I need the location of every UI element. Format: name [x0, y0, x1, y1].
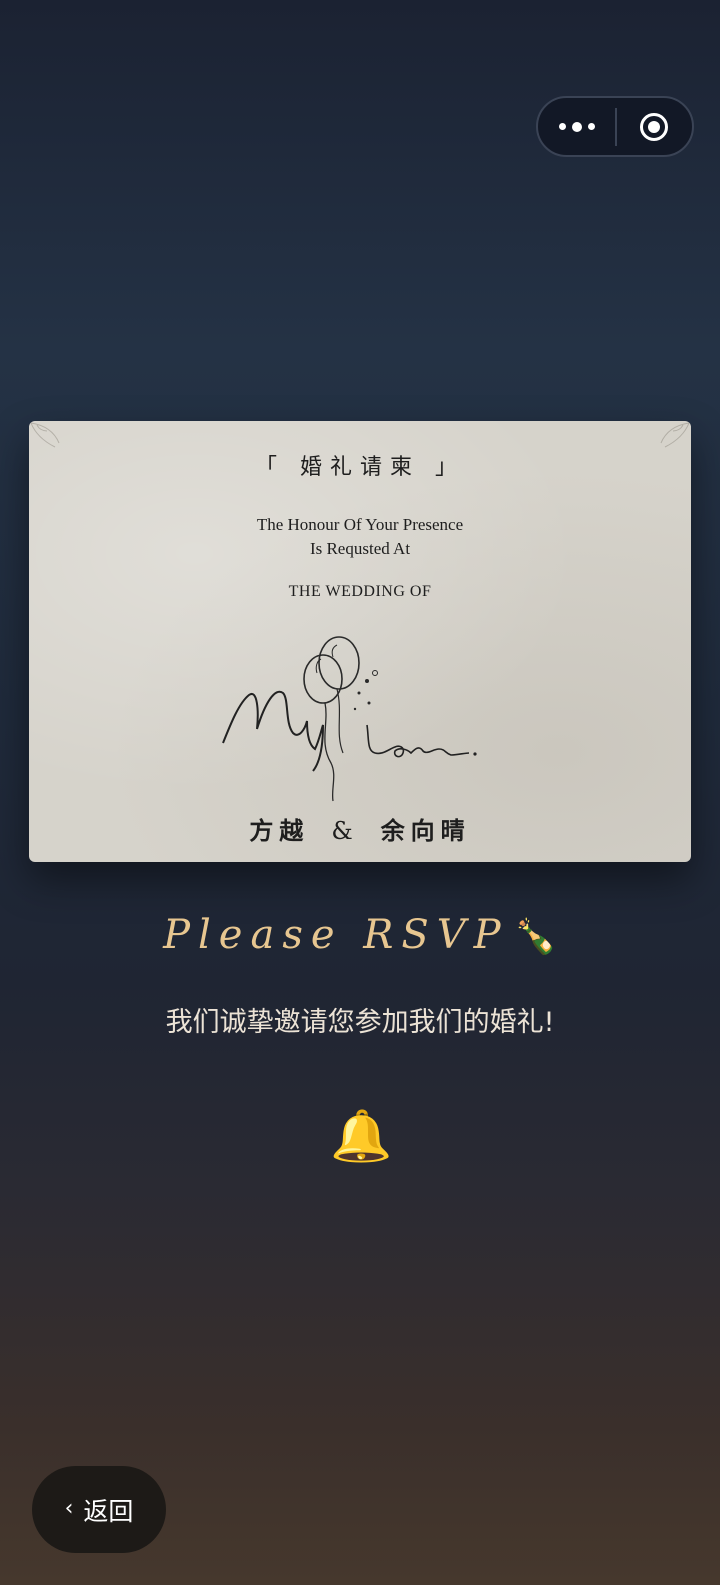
- back-button-label: 返回: [83, 1496, 134, 1526]
- more-dots-icon-center: [571, 121, 582, 132]
- honour-text: The Honour Of Your Presence Is Requsted …: [256, 515, 464, 558]
- rsvp-heading: Please RSVP 🍾: [163, 912, 557, 958]
- chevron-left-icon: ‹: [64, 1496, 74, 1521]
- ampersand: &: [331, 817, 359, 845]
- bride-name: 余向晴: [380, 816, 471, 845]
- more-menu-button[interactable]: [538, 98, 615, 155]
- groom-name: 方越: [249, 816, 310, 845]
- more-dots-icon: [558, 123, 566, 130]
- couple-names: 方越 & 余向晴: [29, 811, 691, 846]
- bell-icon[interactable]: 🔔: [330, 1106, 392, 1166]
- target-close-icon: [640, 112, 669, 141]
- champagne-bottle-icon: 🍾: [514, 917, 557, 957]
- my-love-balloon-sketch: [222, 636, 477, 802]
- invitation-card: 「 婚礼请柬 」 The Honour Of Your Presence Is …: [29, 421, 691, 862]
- wedding-of-text: THE WEDDING OF: [288, 583, 432, 600]
- card-title: 「 婚礼请柬 」: [255, 455, 465, 480]
- more-dots-icon-right: [587, 123, 595, 130]
- miniprogram-capsule: [536, 96, 694, 157]
- close-miniprogram-button[interactable]: [617, 98, 692, 155]
- back-button[interactable]: ‹ 返回: [32, 1466, 166, 1553]
- invitation-subtitle: 我们诚挚邀请您参加我们的婚礼!: [165, 1007, 555, 1038]
